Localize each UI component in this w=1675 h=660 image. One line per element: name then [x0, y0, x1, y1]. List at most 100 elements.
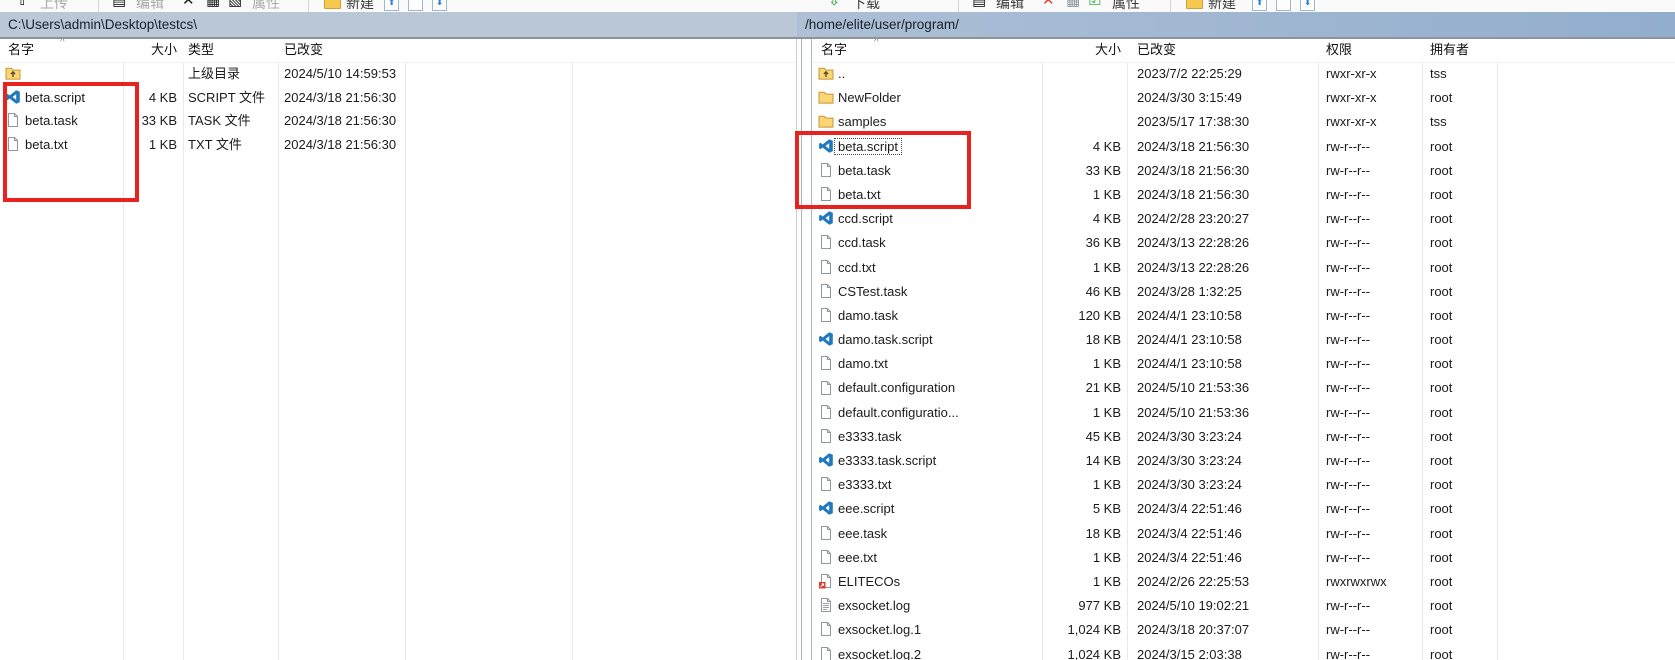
header-name[interactable]: 名字	[8, 39, 34, 62]
header-rights[interactable]: 权限	[1326, 39, 1352, 62]
file-name: beta.task	[835, 159, 894, 183]
file-row-..[interactable]: ..2023/7/2 22:25:29rwxr-xr-xtss	[812, 62, 1675, 86]
file-name: eee.txt	[835, 546, 880, 570]
file-size: 4 KB	[1042, 207, 1121, 231]
header-owner[interactable]: 拥有者	[1430, 39, 1469, 62]
file-owner: root	[1430, 643, 1452, 660]
checklist-icon[interactable]: ☑	[1088, 0, 1101, 9]
file-name: ccd.txt	[835, 256, 879, 280]
file-row-beta.task[interactable]: beta.task33 KBTASK 文件2024/3/18 21:56:30	[0, 109, 796, 133]
file-icon	[818, 304, 834, 328]
file-row-CSTest.task[interactable]: CSTest.task46 KB2024/3/28 1:32:25rw-r--r…	[812, 280, 1675, 304]
file-row-samples[interactable]: samples2023/5/17 17:38:30rwxr-xr-xtss	[812, 110, 1675, 134]
file-type: TXT 文件	[188, 133, 242, 157]
file-icon	[818, 280, 834, 304]
checklist-icon[interactable]: ▧	[228, 0, 242, 9]
panel-splitter[interactable]	[801, 39, 802, 660]
edit-icon[interactable]: ▤	[112, 0, 126, 9]
upload-icon[interactable]: ⇧	[16, 0, 29, 9]
header-name[interactable]: 名字	[821, 39, 847, 62]
file-row-eee.txt[interactable]: eee.txt1 KB2024/3/4 22:51:46rw-r--r--roo…	[812, 546, 1675, 570]
local-path-bar[interactable]: C:\Users\admin\Desktop\testcs\	[0, 12, 797, 37]
file-row-beta.script[interactable]: beta.script4 KB2024/3/18 21:56:30rw-r--r…	[812, 135, 1675, 159]
pane-toggle-up-icon[interactable]: ⬆	[384, 0, 399, 11]
header-size[interactable]: 大小	[123, 39, 177, 62]
header-type[interactable]: 类型	[188, 39, 214, 62]
file-row-default.configuration[interactable]: default.configuration21 KB2024/5/10 21:5…	[812, 376, 1675, 400]
new-folder-icon[interactable]	[1186, 0, 1203, 9]
file-row-damo.task.script[interactable]: damo.task.script18 KB2024/4/1 23:10:58rw…	[812, 328, 1675, 352]
file-row-parent-directory[interactable]: 上级目录2024/5/10 14:59:53	[0, 62, 796, 86]
file-row-e3333.task[interactable]: e3333.task45 KB2024/3/30 3:23:24rw-r--r-…	[812, 425, 1675, 449]
file-changed: 2024/3/30 3:23:24	[1137, 425, 1242, 449]
file-row-default.configuratio...[interactable]: default.configuratio...1 KB2024/5/10 21:…	[812, 401, 1675, 425]
remote-path: /home/elite/user/program/	[805, 17, 959, 32]
new-folder-icon[interactable]	[324, 0, 341, 9]
download-button[interactable]: 下载	[852, 0, 880, 12]
file-row-damo.txt[interactable]: damo.txt1 KB2024/4/1 23:10:58rw-r--r--ro…	[812, 352, 1675, 376]
file-row-e3333.txt[interactable]: e3333.txt1 KB2024/3/30 3:23:24rw-r--r--r…	[812, 473, 1675, 497]
file-icon	[818, 473, 834, 497]
file-name: default.configuratio...	[835, 401, 962, 425]
file-changed: 2024/3/15 2:03:38	[1137, 643, 1242, 660]
properties-button[interactable]: 属性	[252, 0, 280, 12]
file-row-ccd.script[interactable]: ccd.script4 KB2024/2/28 23:20:27rw-r--r-…	[812, 207, 1675, 231]
file-row-ccd.txt[interactable]: ccd.txt1 KB2024/3/13 22:28:26rw-r--r--ro…	[812, 256, 1675, 280]
file-row-beta.txt[interactable]: beta.txt1 KBTXT 文件2024/3/18 21:56:30	[0, 133, 796, 157]
remote-path-bar[interactable]: /home/elite/user/program/	[797, 12, 1675, 37]
properties-button[interactable]: 属性	[1112, 0, 1140, 12]
delete-icon[interactable]: ✕	[1042, 0, 1055, 9]
header-changed[interactable]: 已改变	[1137, 39, 1176, 62]
file-icon	[5, 133, 21, 157]
pane-toggle-up-icon[interactable]: ⬆	[1252, 0, 1267, 11]
file-row-beta.txt[interactable]: beta.txt1 KB2024/3/18 21:56:30rw-r--r--r…	[812, 183, 1675, 207]
file-row-eee.script[interactable]: eee.script5 KB2024/3/4 22:51:46rw-r--r--…	[812, 497, 1675, 521]
file-changed: 2024/3/18 20:37:07	[1137, 618, 1249, 642]
header-size[interactable]: 大小	[1042, 39, 1121, 62]
file-rights: rwxr-xr-x	[1326, 86, 1377, 110]
delete-icon[interactable]: ✕	[182, 0, 195, 9]
pane-toggle-down-icon[interactable]: ⬇	[432, 0, 447, 11]
file-rights: rw-r--r--	[1326, 207, 1370, 231]
header-changed[interactable]: 已改变	[284, 39, 323, 62]
file-icon	[818, 256, 834, 280]
file-name: e3333.txt	[835, 473, 895, 497]
file-owner: root	[1430, 135, 1452, 159]
file-owner: root	[1430, 231, 1452, 255]
file-row-exsocket.log.1[interactable]: exsocket.log.11,024 KB2024/3/18 20:37:07…	[812, 618, 1675, 642]
file-name: eee.script	[835, 497, 897, 521]
file-row-exsocket.log.2[interactable]: exsocket.log.21,024 KB2024/3/15 2:03:38r…	[812, 643, 1675, 660]
file-size: 120 KB	[1042, 304, 1121, 328]
new-button[interactable]: 新建	[346, 0, 374, 12]
file-row-damo.task[interactable]: damo.task120 KB2024/4/1 23:10:58rw-r--r-…	[812, 304, 1675, 328]
file-owner: root	[1430, 618, 1452, 642]
file-row-beta.script[interactable]: beta.script4 KBSCRIPT 文件2024/3/18 21:56:…	[0, 86, 796, 110]
file-row-ccd.task[interactable]: ccd.task36 KB2024/3/13 22:28:26rw-r--r--…	[812, 231, 1675, 255]
pane-toggle-icon[interactable]	[408, 0, 423, 11]
upload-button[interactable]: 上传	[40, 0, 68, 12]
file-row-beta.task[interactable]: beta.task33 KB2024/3/18 21:56:30rw-r--r-…	[812, 159, 1675, 183]
edit-button[interactable]: 编辑	[996, 0, 1024, 12]
pane-toggle-down-icon[interactable]: ⬇	[1300, 0, 1315, 11]
file-rights: rw-r--r--	[1326, 256, 1370, 280]
file-owner: root	[1430, 256, 1452, 280]
file-row-NewFolder[interactable]: NewFolder2024/3/30 3:15:49rwxr-xr-xroot	[812, 86, 1675, 110]
download-icon[interactable]: ⇩	[828, 0, 841, 9]
vscode-icon	[818, 449, 834, 473]
file-name: damo.task	[835, 304, 901, 328]
file-owner: tss	[1430, 62, 1447, 86]
file-row-ELITECOs[interactable]: ELITECOs1 KB2024/2/26 22:25:53rwxrwxrwxr…	[812, 570, 1675, 594]
file-name: exsocket.log.2	[835, 643, 924, 660]
file-row-eee.task[interactable]: eee.task18 KB2024/3/4 22:51:46rw-r--r--r…	[812, 522, 1675, 546]
edit-icon[interactable]: ▤	[972, 0, 986, 9]
file-name: ccd.task	[835, 231, 889, 255]
file-row-exsocket.log[interactable]: exsocket.log977 KB2024/5/10 19:02:21rw-r…	[812, 594, 1675, 618]
file-changed: 2024/5/10 19:02:21	[1137, 594, 1249, 618]
copy-icon[interactable]: ▦	[206, 0, 220, 9]
edit-button[interactable]: 编辑	[136, 0, 164, 12]
file-name: e3333.task	[835, 425, 905, 449]
copy-icon[interactable]: ▦	[1066, 0, 1080, 9]
pane-toggle-icon[interactable]	[1276, 0, 1291, 11]
new-button[interactable]: 新建	[1208, 0, 1236, 12]
file-row-e3333.task.script[interactable]: e3333.task.script14 KB2024/3/30 3:23:24r…	[812, 449, 1675, 473]
